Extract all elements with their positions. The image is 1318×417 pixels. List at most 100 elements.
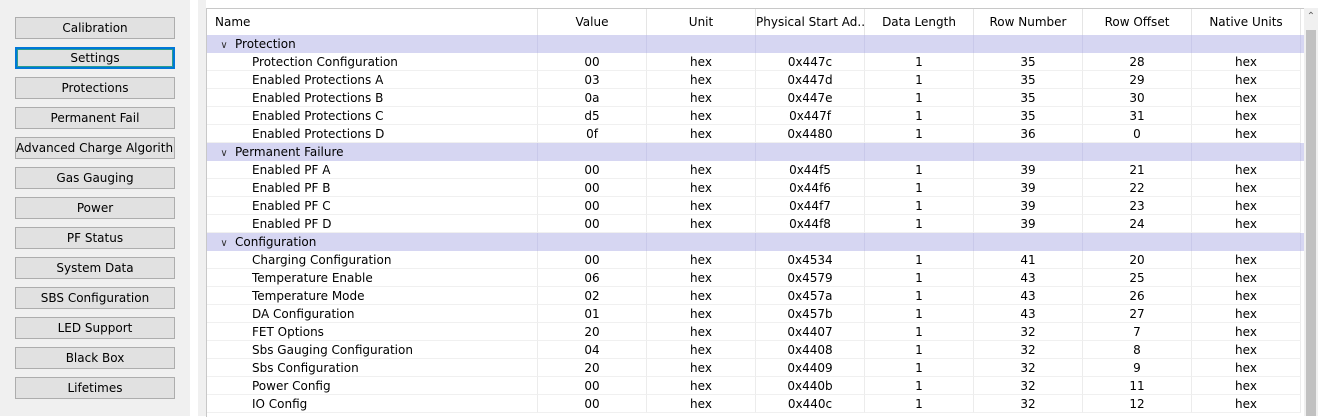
cell-value[interactable]: 00 bbox=[538, 377, 647, 395]
grid-header: Name Value Unit Physical Start Ad... Data Le… bbox=[207, 9, 1305, 36]
table-row[interactable]: Sbs Gauging Configuration 04 hex 0x4408 1 32 8… bbox=[207, 341, 1305, 359]
table-row[interactable]: Temperature Enable 06 hex 0x4579 1 43 25 hex bbox=[207, 269, 1305, 287]
column-header-native-units[interactable]: Native Units bbox=[1192, 9, 1301, 35]
cell-physical-start-address: 0x4408 bbox=[756, 341, 865, 359]
cell-value[interactable]: 20 bbox=[538, 323, 647, 341]
sidebar-button-advanced-charge-algorithm[interactable]: Advanced Charge Algorithm bbox=[15, 137, 175, 159]
cell-value[interactable]: 00 bbox=[538, 161, 647, 179]
cell-name: IO Config bbox=[207, 395, 538, 413]
cell-value[interactable]: 0f bbox=[538, 125, 647, 143]
cell-data-length: 1 bbox=[865, 341, 974, 359]
group-title: Protection bbox=[235, 37, 296, 51]
table-row[interactable]: Enabled Protections Cd5 hex 0x447f 1 35 31 hex bbox=[207, 107, 1305, 125]
column-header-value[interactable]: Value bbox=[538, 9, 647, 35]
cell-value[interactable]: 00 bbox=[538, 395, 647, 413]
cell-row-offset: 31 bbox=[1083, 107, 1192, 125]
table-row[interactable]: Enabled PF B 00 hex 0x44f6 1 39 22 hex bbox=[207, 179, 1305, 197]
group-cell bbox=[974, 35, 1083, 53]
scroll-thumb[interactable] bbox=[1306, 30, 1316, 416]
table-row[interactable]: Enabled PF A 00 hex 0x44f5 1 39 21 hex bbox=[207, 161, 1305, 179]
group-cell bbox=[865, 35, 974, 53]
cell-row-offset: 12 bbox=[1083, 395, 1192, 413]
sidebar-button-settings[interactable]: Settings bbox=[15, 47, 175, 69]
group-row-configuration[interactable]: ∨ Configuration bbox=[207, 233, 1305, 251]
sidebar-button-permanent-fail[interactable]: Permanent Fail bbox=[15, 107, 175, 129]
cell-value[interactable]: 03 bbox=[538, 71, 647, 89]
table-row[interactable]: FET Options 20 hex 0x4407 1 32 7 hex bbox=[207, 323, 1305, 341]
group-cell bbox=[538, 143, 647, 161]
cell-value[interactable]: 00 bbox=[538, 197, 647, 215]
cell-unit: hex bbox=[647, 305, 756, 323]
scroll-up-arrow-icon[interactable]: ⌃ bbox=[1304, 10, 1318, 24]
table-row[interactable]: Enabled PF C 00 hex 0x44f7 1 39 23 hex bbox=[207, 197, 1305, 215]
cell-native-units: hex bbox=[1192, 161, 1301, 179]
table-row[interactable]: IO Config 00 hex 0x440c 1 32 12 hex bbox=[207, 395, 1305, 413]
vertical-scrollbar[interactable]: ⌃ bbox=[1304, 8, 1318, 416]
sidebar-button-calibration[interactable]: Calibration bbox=[15, 17, 175, 39]
cell-row-number: 35 bbox=[974, 71, 1083, 89]
table-row[interactable]: Sbs Configuration 20 hex 0x4409 1 32 9 hex bbox=[207, 359, 1305, 377]
table-row[interactable]: Enabled Protections A 03 hex 0x447d 1 35 29 hex bbox=[207, 71, 1305, 89]
group-cell bbox=[756, 233, 865, 251]
column-header-row-number[interactable]: Row Number bbox=[974, 9, 1083, 35]
table-row[interactable]: Enabled PF D 00 hex 0x44f8 1 39 24 hex bbox=[207, 215, 1305, 233]
cell-row-number: 39 bbox=[974, 197, 1083, 215]
cell-value[interactable]: 00 bbox=[538, 53, 647, 71]
cell-row-offset: 11 bbox=[1083, 377, 1192, 395]
cell-native-units: hex bbox=[1192, 305, 1301, 323]
cell-row-offset: 23 bbox=[1083, 197, 1192, 215]
table-row[interactable]: Charging Configuration 00 hex 0x4534 1 41 20 he… bbox=[207, 251, 1305, 269]
cell-value[interactable]: d5 bbox=[538, 107, 647, 125]
cell-row-offset: 22 bbox=[1083, 179, 1192, 197]
column-header-physical-start-address[interactable]: Physical Start Ad... bbox=[756, 9, 865, 35]
cell-native-units: hex bbox=[1192, 71, 1301, 89]
splitter[interactable] bbox=[198, 0, 206, 416]
sidebar-button-lifetimes[interactable]: Lifetimes bbox=[15, 377, 175, 399]
cell-value[interactable]: 06 bbox=[538, 269, 647, 287]
group-row-permanent-failure[interactable]: ∨ Permanent Failure bbox=[207, 143, 1305, 161]
cell-value[interactable]: 00 bbox=[538, 251, 647, 269]
cell-value[interactable]: 0a bbox=[538, 89, 647, 107]
cell-physical-start-address: 0x4534 bbox=[756, 251, 865, 269]
group-row-protection[interactable]: ∨ Protection bbox=[207, 35, 1305, 53]
group-label: ∨ Permanent Failure bbox=[217, 143, 343, 161]
cell-name: Temperature Enable bbox=[207, 269, 538, 287]
cell-name: Enabled PF C bbox=[207, 197, 538, 215]
cell-row-number: 43 bbox=[974, 287, 1083, 305]
table-row[interactable]: DA Configuration 01 hex 0x457b 1 43 27 hex bbox=[207, 305, 1305, 323]
cell-value[interactable]: 02 bbox=[538, 287, 647, 305]
sidebar-button-led-support[interactable]: LED Support bbox=[15, 317, 175, 339]
cell-value[interactable]: 04 bbox=[538, 341, 647, 359]
group-cell bbox=[538, 35, 647, 53]
table-row[interactable]: Protection Configuration 00 hex 0x447c 1 35 28… bbox=[207, 53, 1305, 71]
cell-value[interactable]: 01 bbox=[538, 305, 647, 323]
cell-value[interactable]: 00 bbox=[538, 179, 647, 197]
cell-row-number: 32 bbox=[974, 377, 1083, 395]
group-cell bbox=[1083, 143, 1192, 161]
group-cell bbox=[1192, 143, 1301, 161]
cell-native-units: hex bbox=[1192, 269, 1301, 287]
column-header-unit[interactable]: Unit bbox=[647, 9, 756, 35]
sidebar-button-power[interactable]: Power bbox=[15, 197, 175, 219]
cell-unit: hex bbox=[647, 359, 756, 377]
sidebar-button-black-box[interactable]: Black Box bbox=[15, 347, 175, 369]
cell-physical-start-address: 0x440b bbox=[756, 377, 865, 395]
cell-value[interactable]: 20 bbox=[538, 359, 647, 377]
sidebar-button-pf-status[interactable]: PF Status bbox=[15, 227, 175, 249]
sidebar-button-gas-gauging[interactable]: Gas Gauging bbox=[15, 167, 175, 189]
column-header-row-offset[interactable]: Row Offset bbox=[1083, 9, 1192, 35]
cell-row-number: 32 bbox=[974, 395, 1083, 413]
cell-value[interactable]: 00 bbox=[538, 215, 647, 233]
column-header-data-length[interactable]: Data Length bbox=[865, 9, 974, 35]
table-row[interactable]: Enabled Protections B 0a hex 0x447e 1 35 30 hex bbox=[207, 89, 1305, 107]
sidebar-button-system-data[interactable]: System Data bbox=[15, 257, 175, 279]
sidebar-button-protections[interactable]: Protections bbox=[15, 77, 175, 99]
table-row[interactable]: Power Config 00 hex 0x440b 1 32 11 hex bbox=[207, 377, 1305, 395]
group-cell bbox=[1192, 35, 1301, 53]
column-header-name[interactable]: Name bbox=[207, 9, 538, 35]
cell-name: Temperature Mode bbox=[207, 287, 538, 305]
sidebar-button-sbs-configuration[interactable]: SBS Configuration bbox=[15, 287, 175, 309]
table-row[interactable]: Enabled Protections D 0f hex 0x4480 1 36 0 hex bbox=[207, 125, 1305, 143]
table-row[interactable]: Temperature Mode 02 hex 0x457a 1 43 26 hex bbox=[207, 287, 1305, 305]
cell-data-length: 1 bbox=[865, 197, 974, 215]
